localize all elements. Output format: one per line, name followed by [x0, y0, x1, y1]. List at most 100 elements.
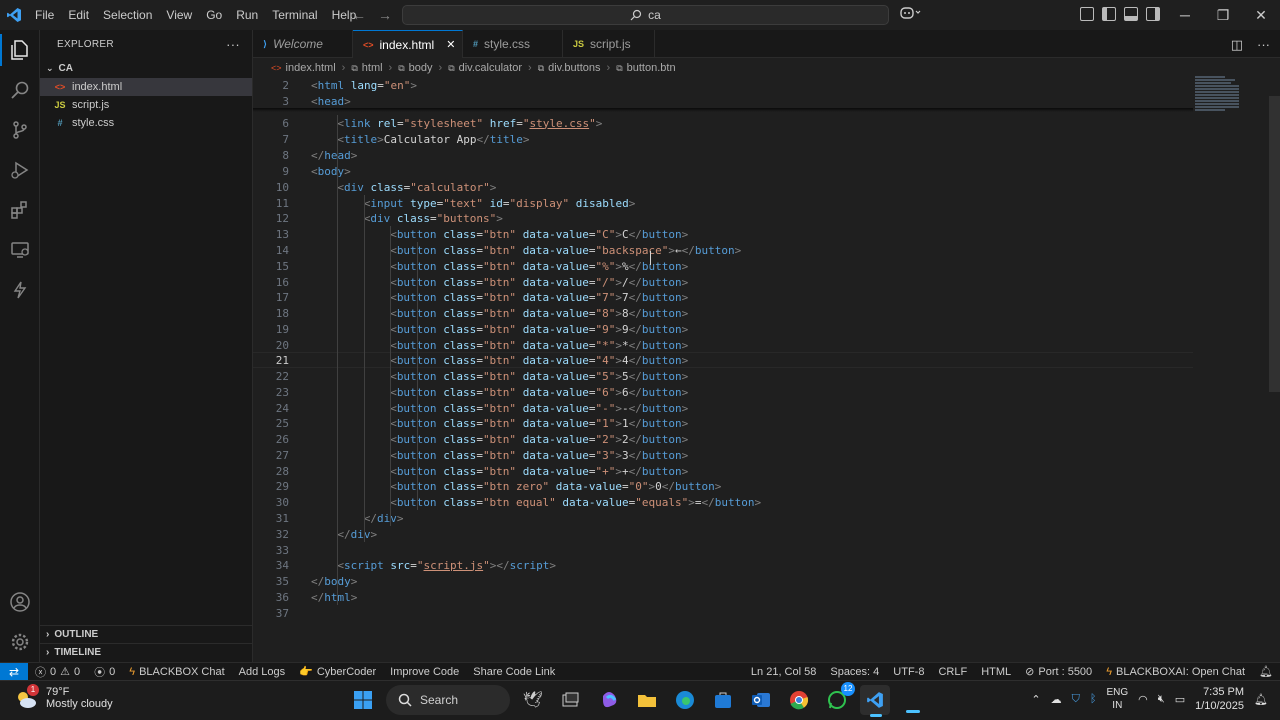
cursor-position[interactable]: Ln 21, Col 58 [744, 665, 823, 678]
volume-muted-icon[interactable]: 🔇︎ [1158, 693, 1165, 706]
back-arrow-icon[interactable]: ← [352, 7, 366, 23]
microsoft-store-icon[interactable] [708, 685, 738, 715]
account-icon[interactable] [0, 582, 40, 622]
live-server-port[interactable]: ⊘ Port : 5500 [1018, 665, 1099, 679]
remote-indicator-icon[interactable]: ⇄ [0, 662, 28, 681]
toggle-panel-icon[interactable] [1124, 7, 1138, 21]
vscode-taskbar-icon[interactable] [860, 685, 890, 717]
notifications-bell-icon[interactable]: 🔔︎ [1252, 665, 1280, 678]
menu-item-run[interactable]: Run [229, 0, 265, 30]
code-line: 28<button class="btn" data-value="+">+</… [253, 463, 1193, 479]
line-number: 3 [282, 94, 289, 108]
tab-welcome[interactable]: ⟩ Welcome [253, 30, 353, 58]
status-item-share-code-link[interactable]: Share Code Link [466, 665, 562, 678]
remote-explorer-icon[interactable] [0, 230, 40, 270]
breadcrumb-item[interactable]: div.calculator [459, 62, 522, 74]
start-windows-icon[interactable] [348, 685, 378, 715]
copilot-app-icon[interactable] [594, 685, 624, 715]
token-txt: % [622, 259, 629, 273]
menu-item-selection[interactable]: Selection [96, 0, 159, 30]
line-number: 15 [275, 259, 289, 273]
command-center-search[interactable]: ca [402, 5, 889, 25]
token-txt: = [588, 243, 596, 257]
taskbar-search[interactable]: Search [386, 685, 510, 715]
minimap[interactable] [1195, 76, 1245, 126]
status-item-cybercoder[interactable]: 👉 CyberCoder [292, 665, 383, 679]
battery-icon[interactable]: ▭ [1175, 693, 1185, 706]
close-tab-icon[interactable]: ✕ [446, 38, 455, 51]
toggle-secondary-sidebar-icon[interactable] [1146, 7, 1160, 21]
tab-script-js[interactable]: JS script.js [563, 30, 655, 58]
run-debug-icon[interactable] [0, 150, 40, 190]
toggle-sidebar-icon[interactable] [1102, 7, 1116, 21]
breadcrumb-item[interactable]: html [362, 62, 383, 74]
forward-arrow-icon[interactable]: → [378, 7, 392, 23]
task-view-icon[interactable] [556, 685, 586, 715]
indentation[interactable]: Spaces: 4 [823, 665, 886, 678]
token-br: > [681, 369, 689, 383]
bluetooth-icon[interactable]: ᛒ [1090, 693, 1097, 705]
extensions-icon[interactable] [0, 190, 40, 230]
problems-indicator[interactable]: ⓧ 0 ⚠ 0 [28, 664, 87, 680]
status-item-blackbox-chat[interactable]: ϟ BLACKBOX Chat [122, 665, 231, 678]
breadcrumb-item[interactable]: index.html [286, 62, 336, 74]
settings-gear-icon[interactable] [0, 622, 40, 662]
explorer-file-item[interactable]: <> index.html [40, 78, 252, 96]
restore-icon[interactable]: ❐ [1204, 0, 1242, 30]
status-item-add-logs[interactable]: Add Logs [232, 665, 292, 678]
tab-style-css[interactable]: # style.css [463, 30, 563, 58]
more-actions-icon[interactable]: ··· [1257, 37, 1270, 53]
menu-item-file[interactable]: File [28, 0, 61, 30]
code-editor[interactable]: 2 <html lang="en"> 3 <head> 6 <link rel="styl… [253, 76, 1280, 662]
encoding[interactable]: UTF-8 [886, 665, 931, 678]
onedrive-icon[interactable]: ☁︎ [1051, 693, 1062, 706]
element-icon: ⧉ [351, 62, 358, 73]
split-editor-icon[interactable]: ◫ [1231, 37, 1243, 53]
notification-bell-icon[interactable]: 🔔︎ [1254, 693, 1268, 706]
breadcrumb-item[interactable]: div.buttons [548, 62, 600, 74]
menu-item-go[interactable]: Go [199, 0, 229, 30]
end-of-line[interactable]: CRLF [931, 665, 974, 678]
copilot-bird-icon[interactable]: 🕊︎ [518, 685, 548, 715]
more-actions-icon[interactable]: ··· [226, 37, 240, 52]
close-icon[interactable]: ✕ [1242, 0, 1280, 30]
language-mode[interactable]: HTML [974, 665, 1018, 678]
outline-section[interactable]: › OUTLINE [40, 625, 253, 643]
whatsapp-icon[interactable]: 12 [822, 682, 855, 715]
show-hidden-icons-chevron-icon[interactable]: ⌃ [1031, 693, 1040, 706]
customize-layout-icon[interactable] [1080, 7, 1094, 21]
menu-item-view[interactable]: View [159, 0, 199, 30]
status-item-improve-code[interactable]: Improve Code [383, 665, 466, 678]
app-indicator-icon[interactable] [898, 685, 928, 715]
minimize-icon[interactable]: ─ [1166, 0, 1204, 30]
timeline-section[interactable]: › TIMELINE [40, 643, 253, 661]
chrome-icon[interactable] [784, 685, 814, 715]
source-control-icon[interactable] [0, 110, 40, 150]
outlook-icon[interactable] [746, 685, 776, 715]
explorer-file-item[interactable]: # style.css [40, 114, 252, 132]
radio-tower-icon: ⦿ [94, 666, 106, 679]
breadcrumb-item[interactable]: button.btn [627, 62, 676, 74]
vertical-scrollbar[interactable] [1269, 96, 1280, 392]
tab-index-html[interactable]: <> index.html ✕ [353, 30, 463, 58]
search-icon[interactable] [0, 70, 40, 110]
copilot-icon[interactable] [900, 6, 922, 23]
explorer-file-item[interactable]: JS script.js [40, 96, 252, 114]
blackbox-icon[interactable] [0, 270, 40, 310]
ports-indicator[interactable]: ⦿ 0 [87, 664, 122, 680]
weather-widget[interactable]: 1 79°F Mostly cloudy [14, 684, 113, 710]
edge-browser-icon[interactable] [670, 685, 700, 715]
token-br: > [370, 527, 378, 541]
blackbox-ai-chat[interactable]: ϟ BLACKBOXAI: Open Chat [1099, 665, 1252, 678]
clock[interactable]: 7:35 PM 1/10/2025 [1195, 685, 1244, 713]
token-attr: src [390, 558, 411, 572]
file-explorer-icon[interactable] [632, 685, 662, 715]
explorer-files-icon[interactable] [0, 30, 40, 70]
menu-item-terminal[interactable]: Terminal [265, 0, 324, 30]
defender-shield-icon[interactable]: ⛉ [1072, 693, 1080, 706]
menu-item-edit[interactable]: Edit [61, 0, 96, 30]
folder-ca[interactable]: ⌄ CA [40, 58, 252, 78]
wifi-icon[interactable]: ◠ [1138, 693, 1148, 706]
breadcrumb-item[interactable]: body [409, 62, 433, 74]
input-language[interactable]: ENG IN [1106, 686, 1128, 712]
